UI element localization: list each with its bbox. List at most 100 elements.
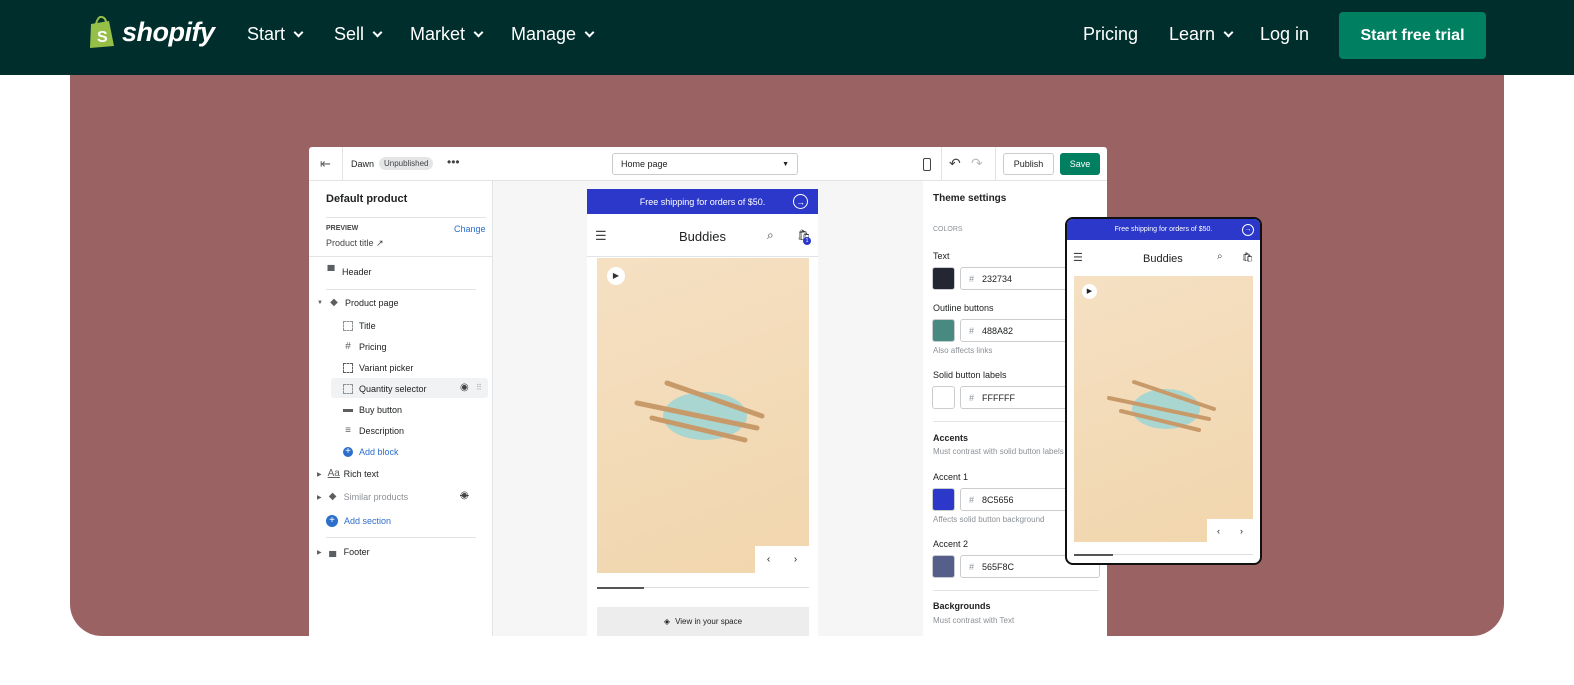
help-text: Also affects links [933,346,993,355]
chevron-down-icon [473,27,484,38]
outline-color-swatch[interactable] [932,319,955,342]
block-quantity-selector[interactable]: Quantity selector [343,384,427,394]
arrow-right-icon[interactable]: → [1242,223,1254,236]
slider-progress [1074,554,1114,556]
nav-pricing[interactable]: Pricing [1083,24,1138,45]
undo-icon[interactable]: ↶ [949,155,961,172]
external-link-icon: ↗ [376,238,384,248]
section-rich-text[interactable]: ▶ Aa Rich text [317,468,379,480]
dashed-square-icon [343,363,353,373]
slider-track [1074,554,1253,556]
label: Quantity selector [359,384,427,394]
nav-sell[interactable]: Sell [334,24,383,45]
nav-market[interactable]: Market [410,24,484,45]
text-icon: Aa [327,468,340,479]
search-icon[interactable]: ⌕ [767,228,774,243]
section-similar-products[interactable]: ▶ ◆ Similar products [317,491,408,503]
text-color-swatch[interactable] [932,267,955,290]
nav-label: Start [247,24,286,44]
top-navigation: S shopify Start Sell Market Manage Prici… [0,0,1574,75]
nav-label: Pricing [1083,24,1139,44]
more-icon[interactable]: ••• [447,155,460,169]
caret-right-icon: ▶ [317,494,322,501]
add-section-button[interactable]: + Add section [326,515,391,527]
nav-learn[interactable]: Learn [1169,24,1234,45]
block-variant-picker[interactable]: Variant picker [343,363,413,373]
solid-label: Solid button labels [933,370,1007,380]
hash-icon: # [969,392,975,403]
hash-icon: # [969,494,975,505]
hex-value: 232734 [982,273,1013,284]
change-link[interactable]: Change [454,224,486,234]
label: Header [342,267,372,277]
accents-heading: Accents [933,433,969,443]
play-icon[interactable]: ▶ [1082,284,1097,299]
section-footer[interactable]: ▶ ▄ Footer [317,546,370,558]
eye-icon[interactable]: ◉ [460,382,469,393]
shopify-logo[interactable]: S shopify [88,15,215,49]
menu-icon[interactable]: ☰ [1073,251,1083,264]
publish-button[interactable]: Publish [1003,153,1054,175]
drag-handle-icon[interactable]: ⠿ [476,383,482,392]
nav-manage[interactable]: Manage [511,24,595,45]
preview-canvas: Free shipping for orders of $50. → ☰ Budd… [493,181,923,636]
save-button[interactable]: Save [1060,153,1100,175]
eye-hidden-icon[interactable]: ◉ [460,490,469,501]
play-icon[interactable]: ▶ [607,267,625,285]
store-name: Buddies [679,229,726,244]
plus-circle-icon: + [343,447,353,457]
chevron-left-icon[interactable]: ‹ [1217,526,1220,536]
solid-label-color-swatch[interactable] [932,386,955,409]
divider [326,289,476,290]
cart-icon[interactable]: 🛍 [1242,252,1253,263]
slider-progress [597,587,644,589]
label: Product page [344,298,399,308]
label: Footer [343,547,370,557]
footer-icon: ▄ [329,546,337,557]
accent1-color-swatch[interactable] [932,488,955,511]
block-pricing[interactable]: # Pricing [343,342,386,353]
chevron-right-icon[interactable]: › [794,554,797,565]
announcement-bar: Free shipping for orders of $50. → [1067,219,1260,240]
redo-icon[interactable]: ↷ [971,155,983,172]
exit-icon[interactable]: ⇤ [309,147,343,181]
view-in-space-button[interactable]: ◈ View in your space [597,607,809,636]
page-select[interactable]: Home page ▼ [612,153,798,175]
search-icon[interactable]: ⌕ [1217,251,1223,262]
theme-name: Dawn [351,159,375,169]
editor-topbar: ⇤ Dawn Unpublished ••• Home page ▼ ↶ ↷ Pu… [309,147,1107,181]
page-select-value: Home page [621,159,668,169]
block-buy-button[interactable]: ▬ Buy button [343,405,402,416]
preview-product-link[interactable]: Product title ↗ [326,238,384,249]
block-title[interactable]: Title [343,321,376,331]
text-lines-icon: ≡ [345,425,351,436]
label: Add block [359,447,399,457]
block-description[interactable]: ≡ Description [343,425,404,437]
add-block-button[interactable]: + Add block [343,447,399,457]
section-header[interactable]: ▀ Header [326,267,372,278]
hex-value: 565F8C [982,561,1015,572]
nav-label: Log in [1260,24,1310,44]
arrow-right-icon[interactable]: → [793,194,808,209]
theme-editor-mockup: ⇤ Dawn Unpublished ••• Home page ▼ ↶ ↷ Pu… [309,147,1107,636]
section-product-page[interactable]: ▼ ◆ Product page [317,298,399,309]
tag-icon: ◆ [328,491,337,502]
mobile-preview-mockup: Free shipping for orders of $50. → ☰ Budd… [1065,217,1262,565]
start-free-trial-button[interactable]: Start free trial [1339,12,1486,59]
chevron-right-icon[interactable]: › [1240,526,1243,536]
preview-value: Product title [326,238,374,248]
accent2-color-swatch[interactable] [932,555,955,578]
chevron-left-icon[interactable]: ‹ [767,554,770,565]
divider [326,537,476,538]
menu-icon[interactable]: ☰ [595,228,607,244]
nav-start[interactable]: Start [247,24,304,45]
chevron-down-icon [372,27,383,38]
announcement-text: Free shipping for orders of $50. [639,196,766,207]
label: View in your space [675,617,743,626]
accent1-label: Accent 1 [933,472,969,482]
backgrounds-heading: Backgrounds [933,601,991,611]
chevron-down-icon [293,27,304,38]
mobile-preview-icon[interactable] [912,147,942,181]
chevron-down-icon [1223,27,1234,38]
nav-login[interactable]: Log in [1260,24,1309,45]
